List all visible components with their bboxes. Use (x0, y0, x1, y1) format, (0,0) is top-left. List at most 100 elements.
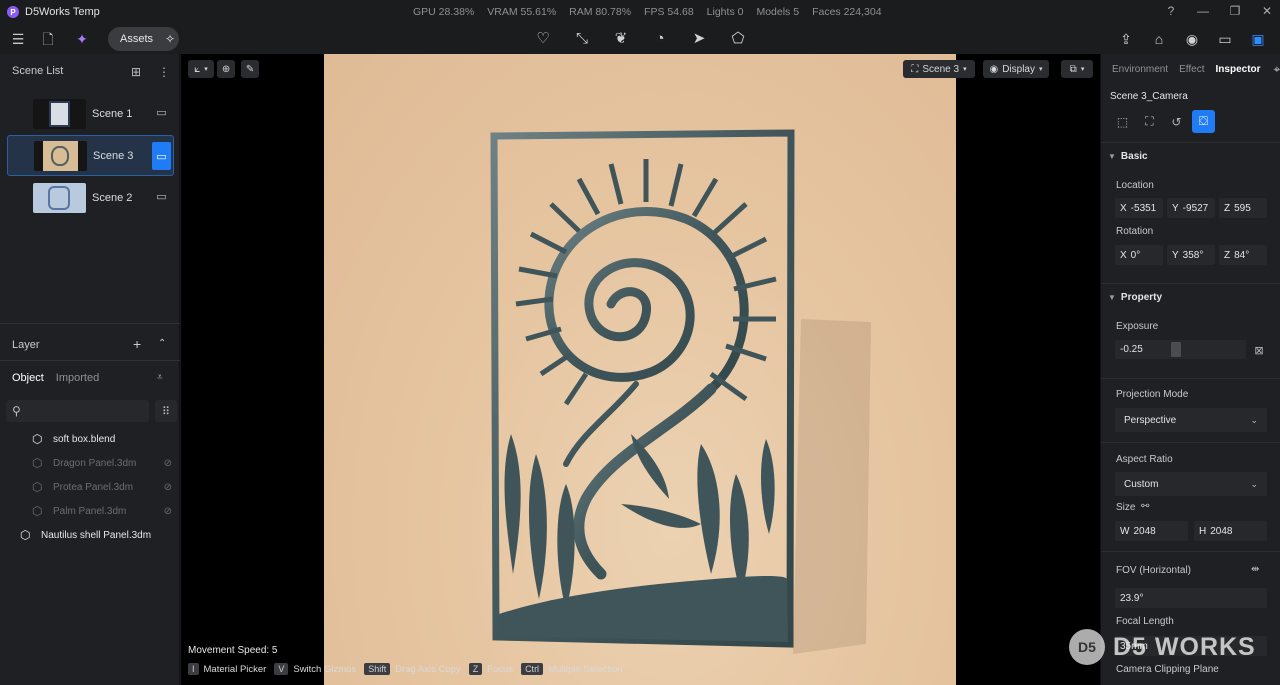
shortcut-hint: V Switch Gizmos (274, 663, 356, 675)
select-tool-icon[interactable]: ➤ (689, 24, 709, 54)
location-z-value: 595 (1234, 202, 1251, 214)
eye-icon: ◉ (989, 63, 999, 75)
view-layout-button[interactable]: ⧉ ▾ (1061, 60, 1093, 78)
global-coords-button[interactable]: ⊕ (217, 60, 235, 78)
tab-effect[interactable]: Effect (1179, 64, 1204, 75)
minimize-button[interactable]: — (1196, 4, 1210, 18)
shortcut-hints: I Material Picker V Switch Gizmos Shift Dra… (188, 663, 623, 675)
light-tool-icon[interactable]: ♡ (533, 24, 553, 54)
location-x-field[interactable]: X -5351 (1115, 198, 1163, 218)
shortcut-label: Focus (487, 663, 514, 675)
display-menu[interactable]: ◉ Display ▾ (983, 60, 1049, 78)
eyedropper-button[interactable]: ✎ (241, 60, 259, 78)
new-file-icon[interactable]: 🗋 (38, 24, 58, 54)
location-z-field[interactable]: Z 595 (1219, 198, 1267, 218)
exposure-slider[interactable]: -0.25 (1115, 340, 1246, 359)
layer-header: Layer + ⌃ (0, 330, 180, 360)
video-icon[interactable]: ▭ (1217, 24, 1233, 54)
shortcut-key: Ctrl (521, 663, 544, 675)
collapse-icon[interactable]: ⌃ (158, 338, 166, 349)
axis-z-label: Z (1224, 249, 1231, 261)
link-icon[interactable]: ⚯ (1141, 501, 1149, 512)
projection-mode-select[interactable]: Perspective ⌄ (1115, 408, 1267, 432)
viewport[interactable]: ⟀ ▾ ⊕ ✎ ⛶ Scene 3 ▾ ◉ Display ▾ ⧉ ▾ Movem… (181, 54, 1100, 685)
camera-icon[interactable]: ▭ (153, 104, 170, 121)
frame-icon[interactable]: ⬚ (1111, 110, 1134, 133)
shortcut-label: Material Picker (203, 663, 267, 675)
grid-view-button[interactable]: ⠿ (155, 400, 177, 422)
reset-icon[interactable]: ↺ (1165, 110, 1188, 133)
assets-button[interactable]: Assets ✧ (108, 27, 179, 51)
tab-object[interactable]: Object (12, 372, 44, 384)
fov-value: 23.9° (1120, 592, 1144, 604)
panorama-icon[interactable]: ▣ (1250, 24, 1266, 54)
scene-thumbnail (34, 140, 87, 171)
rotation-z-field[interactable]: Z 84° (1219, 245, 1267, 265)
terrain-tool-icon[interactable]: ⬠ (728, 24, 748, 54)
menu-icon[interactable]: ☰ (8, 24, 28, 54)
transform-tool-button[interactable]: ⟀ ▾ (188, 60, 214, 78)
auto-exposure-icon[interactable]: ⛋ (1192, 110, 1215, 133)
location-y-field[interactable]: Y -9527 (1167, 198, 1215, 218)
chevron-down-icon: ⌄ (1250, 414, 1258, 425)
auto-exposure-toggle-icon[interactable]: ⊠ (1249, 340, 1269, 360)
app-title: D5Works Temp (25, 6, 100, 18)
shortcut-key: Shift (364, 663, 391, 675)
layout-icon: ⧉ (1069, 63, 1077, 75)
shortcut-key: V (274, 663, 289, 675)
height-field[interactable]: H 2048 (1194, 521, 1267, 541)
object-row[interactable]: ⬡ soft box.blend (21, 427, 178, 451)
basic-section-header[interactable]: ▼ Basic (1101, 142, 1280, 170)
camera-icon[interactable]: ▭ (152, 142, 171, 170)
scene-item-2[interactable]: Scene 2 ▭ (7, 177, 174, 218)
scene-selector[interactable]: ⛶ Scene 3 ▾ (903, 60, 975, 78)
search-input[interactable]: ⚲ (6, 400, 149, 422)
object-row[interactable]: ⬡ Protea Panel.3dm ⊘ (21, 475, 178, 499)
fov-toggle-icon[interactable]: ⇹ (1251, 564, 1259, 575)
property-section-header[interactable]: ▼ Property (1101, 283, 1280, 311)
help-icon[interactable]: ? (1164, 4, 1178, 18)
render-icon[interactable]: ⌂ (1151, 24, 1167, 54)
width-field[interactable]: W 2048 (1115, 521, 1188, 541)
tab-imported[interactable]: Imported (56, 372, 99, 384)
slider-thumb[interactable] (1171, 342, 1181, 357)
more-options-icon[interactable]: ⋮ (158, 65, 170, 79)
vram-stat: VRAM 55.61% (487, 6, 557, 18)
add-scene-icon[interactable]: ⊞ (131, 65, 141, 79)
camera-icon[interactable]: ▭ (153, 188, 170, 205)
hidden-eye-icon[interactable]: ⊘ (164, 506, 172, 517)
rotation-x-field[interactable]: X 0° (1115, 245, 1163, 265)
hidden-eye-icon[interactable]: ⊘ (164, 482, 172, 493)
hidden-eye-icon[interactable]: ⊘ (164, 458, 172, 469)
scene-name: Scene 3 (93, 149, 134, 162)
close-button[interactable]: ✕ (1260, 4, 1274, 18)
aspect-ratio-select[interactable]: Custom ⌄ (1115, 472, 1267, 496)
object-row[interactable]: ⬡ Palm Panel.3dm ⊘ (21, 499, 178, 523)
ai-plugin-icon[interactable]: ✦ (72, 24, 92, 54)
object-row[interactable]: ⬡ Dragon Panel.3dm ⊘ (21, 451, 178, 475)
tab-environment[interactable]: Environment (1112, 64, 1168, 75)
transform-icon: ⟀ (194, 63, 201, 75)
tab-inspector[interactable]: Inspector (1216, 64, 1261, 75)
add-layer-icon[interactable]: + (133, 336, 141, 352)
maximize-button[interactable]: ❐ (1228, 4, 1242, 18)
rotation-y-field[interactable]: Y 358° (1167, 245, 1215, 265)
camera-mode-buttons: ⬚ ⛶ ↺ ⛋ (1111, 110, 1215, 133)
path-tool-icon[interactable]: ⤡ (572, 24, 592, 54)
chevron-down-icon: ▾ (1080, 66, 1085, 73)
scene-thumbnail (33, 98, 86, 129)
panel-shadow (793, 319, 871, 654)
particle-tool-icon[interactable]: ◔ (650, 24, 670, 54)
share-icon[interactable]: ⇪ (1118, 24, 1134, 54)
cube-icon: ⬡ (32, 456, 43, 470)
scene-item-1[interactable]: Scene 1 ▭ (7, 93, 174, 134)
focus-icon[interactable]: ⛶ (1138, 110, 1161, 133)
filter-icon[interactable]: ⩡ (157, 372, 163, 383)
lights-stat: Lights 0 (706, 6, 744, 18)
pin-icon[interactable]: ⌖ (1274, 62, 1280, 77)
camera-icon[interactable]: ◉ (1184, 24, 1200, 54)
vegetation-tool-icon[interactable]: ❦ (611, 24, 631, 54)
fov-field[interactable]: 23.9° (1115, 588, 1267, 608)
object-row[interactable]: ⬡ Nautilus shell Panel.3dm (9, 523, 166, 547)
scene-item-3[interactable]: Scene 3 ▭ (7, 135, 174, 176)
